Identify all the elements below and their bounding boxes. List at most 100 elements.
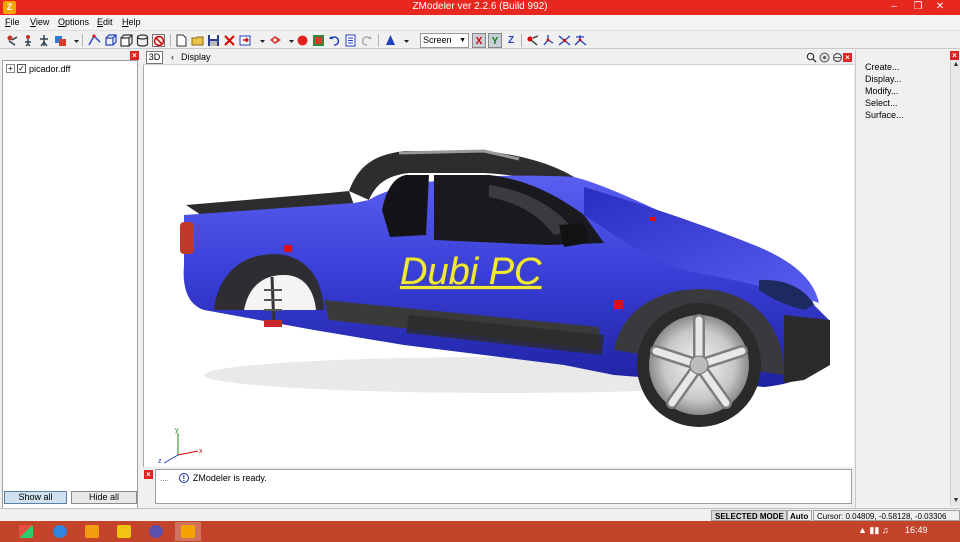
log-row: .... ! ZModeler is ready. — [160, 473, 267, 483]
command-modify[interactable]: Modify... — [865, 86, 898, 96]
axis-gizmo — [163, 433, 199, 464]
menu-file[interactable]: File — [5, 17, 20, 27]
dropdown-icon[interactable] — [400, 34, 409, 47]
import-icon[interactable] — [239, 34, 252, 47]
axis-y-toggle[interactable]: Y — [488, 33, 502, 48]
taskbar: ▲ ▮▮ ♫ 16:49 — [0, 521, 960, 542]
expand-icon[interactable]: + — [6, 64, 15, 73]
create-vertex-icon[interactable] — [88, 34, 101, 47]
close-log-icon[interactable]: × — [144, 470, 153, 479]
title-bar: Z ZModeler ver 2.2.6 (Build 992) – ❐ ✕ — [0, 0, 960, 15]
visibility-checkbox[interactable]: ✓ — [17, 64, 26, 73]
system-tray-icons[interactable]: ▲ ▮▮ ♫ — [858, 525, 889, 536]
no-select-icon[interactable] — [152, 34, 165, 47]
status-auto[interactable]: Auto — [786, 510, 813, 521]
zoom-icon[interactable] — [806, 52, 817, 63]
3d-viewport[interactable]: y x z Dubi PC — [143, 65, 854, 467]
close-viewport-icon[interactable]: × — [843, 53, 852, 62]
command-panel: × Create... Display... Modify... Select.… — [855, 50, 960, 508]
chevron-down-icon: ▼ — [459, 37, 466, 44]
scene-tree[interactable]: + ✓ picador.dff — [2, 60, 138, 536]
view-mode-3d-button[interactable]: 3D — [146, 51, 163, 64]
ie-icon[interactable] — [47, 522, 73, 541]
close-command-panel-icon[interactable]: × — [950, 51, 959, 60]
status-mode: SELECTED MODE — [711, 510, 788, 521]
viewport-header: 3D ‹ Display × — [143, 50, 854, 65]
window-title: ZModeler ver 2.2.6 (Build 992) — [412, 1, 548, 12]
command-scrollbar[interactable]: ▲ ▼ — [950, 60, 960, 506]
command-create[interactable]: Create... — [865, 62, 900, 72]
pan-icon[interactable] — [819, 52, 830, 63]
save-file-icon[interactable] — [207, 34, 220, 47]
axis-z-label: z — [158, 458, 162, 465]
status-bar: SELECTED MODE Auto Cursor: 0.04809, -0.5… — [0, 508, 960, 521]
scroll-up-icon[interactable]: ▲ — [951, 60, 960, 70]
axis-x-toggle[interactable]: X — [472, 33, 486, 48]
menu-help[interactable]: Help — [122, 17, 141, 27]
select-icon[interactable] — [6, 34, 19, 47]
axis-y-label: y — [175, 427, 179, 434]
cone-icon[interactable] — [384, 34, 397, 47]
chevron-left-icon[interactable]: ‹ — [171, 52, 174, 62]
menu-edit[interactable]: Edit — [97, 17, 113, 27]
tree-item-label: picador.dff — [29, 63, 71, 74]
log-panel: × .... ! ZModeler is ready. — [143, 469, 854, 505]
minimize-icon[interactable]: – — [881, 0, 907, 15]
dropdown-icon[interactable] — [256, 34, 265, 47]
undo-icon[interactable] — [328, 34, 341, 47]
log-output: .... ! ZModeler is ready. — [155, 469, 852, 504]
move-icon[interactable] — [38, 34, 51, 47]
viewport-title: Display — [181, 52, 211, 62]
hierarchy-icon[interactable] — [22, 34, 35, 47]
pivot-icon[interactable] — [574, 34, 587, 47]
toolbar: Screen ▼ X Y Z — [0, 30, 960, 49]
log-message: ZModeler is ready. — [192, 473, 267, 483]
delete-icon[interactable] — [223, 34, 236, 47]
box-icon[interactable] — [104, 34, 117, 47]
cube-icon[interactable] — [120, 34, 133, 47]
explorer-icon[interactable] — [111, 522, 137, 541]
transform-icon[interactable] — [526, 34, 539, 47]
material-icon[interactable] — [54, 34, 67, 47]
close-icon[interactable]: ✕ — [920, 0, 960, 15]
scene-tree-panel: × + ✓ picador.dff Show all Hide all — [0, 50, 140, 536]
hide-all-button[interactable]: Hide all — [71, 491, 137, 504]
browser-icon[interactable] — [143, 522, 169, 541]
show-all-button[interactable]: Show all — [4, 491, 67, 504]
view-select-value: Screen — [423, 35, 452, 45]
dropdown-icon[interactable] — [70, 34, 79, 47]
axis-z-toggle[interactable]: Z — [504, 33, 518, 48]
new-file-icon[interactable] — [175, 34, 188, 47]
command-surface[interactable]: Surface... — [865, 110, 904, 120]
taskbar-clock[interactable]: 16:49 — [905, 525, 928, 535]
menu-view[interactable]: View — [30, 17, 49, 27]
command-select[interactable]: Select... — [865, 98, 898, 108]
command-display[interactable]: Display... — [865, 74, 901, 84]
menu-options[interactable]: Options — [58, 17, 89, 27]
scale-axis-icon[interactable] — [542, 34, 555, 47]
record-icon[interactable] — [296, 34, 309, 47]
open-file-icon[interactable] — [191, 34, 204, 47]
toolbar-separator — [378, 34, 379, 47]
watermark-text: Dubi PC — [400, 251, 542, 293]
cylinder-icon[interactable] — [136, 34, 149, 47]
media-player-icon[interactable] — [79, 522, 105, 541]
windows-logo-icon[interactable] — [13, 522, 39, 541]
render-icon[interactable] — [269, 34, 282, 47]
toolbar-separator — [82, 34, 83, 47]
command-list: Create... Display... Modify... Select...… — [858, 60, 948, 506]
close-panel-icon[interactable]: × — [130, 51, 139, 60]
toolbar-separator — [170, 34, 171, 47]
redo-icon[interactable] — [360, 34, 373, 47]
view-select-dropdown[interactable]: Screen ▼ — [420, 33, 469, 48]
scroll-down-icon[interactable]: ▼ — [951, 496, 960, 506]
rotate-view-icon[interactable] — [832, 52, 843, 63]
info-icon: ! — [178, 473, 189, 483]
menu-bar: File View Options Edit Help — [0, 15, 960, 30]
zmodeler-icon[interactable] — [175, 522, 201, 541]
rotate-axis-icon[interactable] — [558, 34, 571, 47]
dropdown-icon[interactable] — [285, 34, 294, 47]
tree-item-picador[interactable]: + ✓ picador.dff — [6, 63, 70, 74]
properties-icon[interactable] — [344, 34, 357, 47]
texture-icon[interactable] — [312, 34, 325, 47]
